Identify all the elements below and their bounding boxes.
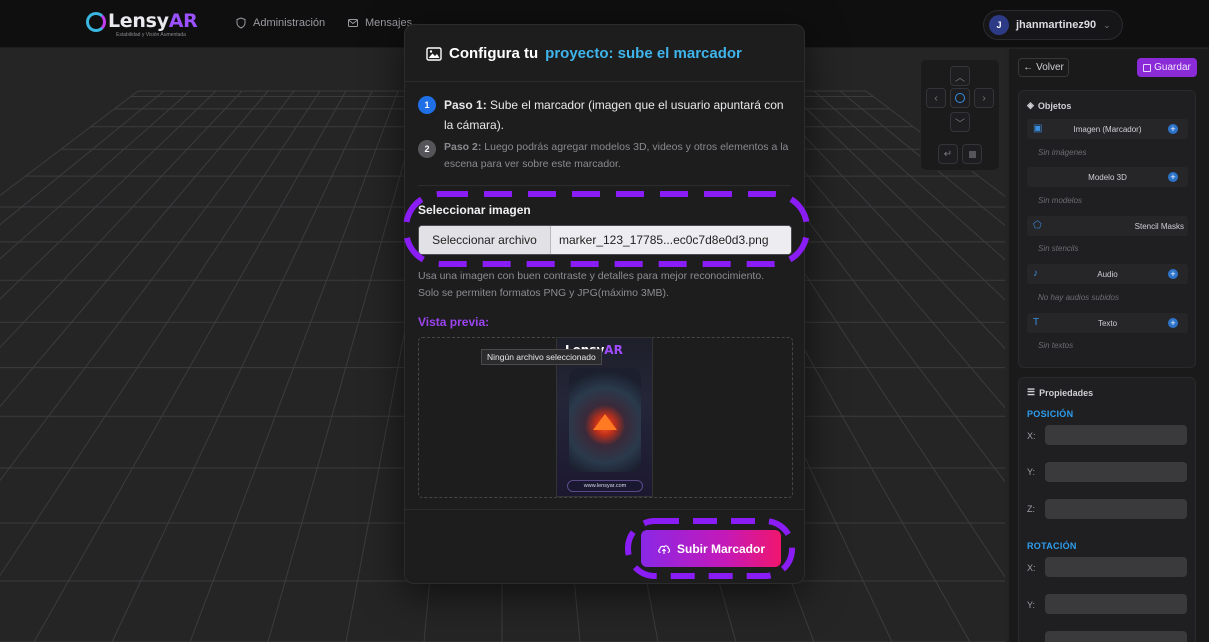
axis-label: Z: [1027, 504, 1035, 514]
username: jhanmartinez90 [1016, 19, 1097, 31]
axis-label: Y: [1027, 467, 1036, 477]
file-hint: Usa una imagen con buen contraste y deta… [418, 270, 765, 299]
modal-title: Configura tu proyecto: sube el marcador [426, 45, 742, 62]
step-number: 1 [418, 96, 436, 114]
panel-title: Propiedades [1039, 387, 1094, 398]
file-input[interactable]: Seleccionar archivo marker_123_17785...e… [418, 225, 792, 255]
divider [418, 185, 791, 186]
save-button[interactable]: Guardar [1137, 58, 1197, 77]
object-row-text[interactable]: T Texto + [1027, 313, 1188, 333]
axis-label: X: [1027, 563, 1036, 573]
step-number: 2 [418, 140, 436, 158]
rotation-section-title: ROTACIÓN [1027, 541, 1077, 551]
object-row-audio[interactable]: ♪ Audio + [1027, 264, 1188, 284]
logo-tagline: Estabilidad y Visión Aumentada [116, 32, 186, 38]
axis-label: X: [1027, 431, 1036, 441]
target-icon [955, 93, 965, 103]
select-image-label: Seleccionar imagen [418, 203, 531, 217]
nav-mensajes[interactable]: Mensajes [347, 17, 412, 29]
stop-button[interactable] [962, 144, 982, 164]
pentagon-icon: ⬠ [1033, 220, 1042, 231]
sliders-icon: ☰ [1027, 387, 1036, 397]
upload-marker-button[interactable]: Subir Marcador [641, 530, 781, 567]
empty-state: Sin imágenes [1038, 148, 1087, 157]
cloud-upload-icon [658, 544, 671, 554]
nav-left-button[interactable]: ‹ [926, 88, 946, 108]
add-model-button[interactable]: + [1168, 172, 1178, 182]
object-row-image[interactable]: ▣ Imagen (Marcador) + [1027, 119, 1188, 139]
nav-right-button[interactable]: › [974, 88, 994, 108]
undo-button[interactable]: ↵ [938, 144, 958, 164]
shield-icon [236, 17, 246, 29]
card-url: www.lensyar.com [567, 480, 643, 492]
object-row-stencil[interactable]: ⬠ Stencil Masks [1027, 216, 1188, 236]
add-image-button[interactable]: + [1168, 124, 1178, 134]
file-tooltip: Ningún archivo seleccionado [481, 349, 602, 365]
rotation-z-input[interactable] [1045, 631, 1187, 642]
arrow-left-icon: ← [1023, 62, 1034, 73]
empty-state: Sin stencils [1038, 244, 1079, 253]
logo-mark-icon [86, 12, 106, 32]
empty-state: No hay audios subidos [1038, 293, 1119, 302]
divider [405, 509, 804, 510]
upload-marker-modal: Configura tu proyecto: sube el marcador … [404, 24, 805, 584]
position-y-input[interactable] [1045, 462, 1187, 482]
object-row-model[interactable]: Modelo 3D + [1027, 167, 1188, 187]
camera-nav-pad: ︿ ‹ › ﹀ ↵ [920, 59, 1000, 171]
nav-up-button[interactable]: ︿ [950, 66, 970, 86]
image-icon [426, 46, 442, 61]
layers-icon: ◈ [1027, 100, 1034, 110]
lensyar-logo[interactable]: LensyAR Estabilidad y Visión Aumentada [86, 10, 198, 38]
nav-down-button[interactable]: ﹀ [950, 112, 970, 132]
choose-file-button[interactable]: Seleccionar archivo [419, 226, 551, 254]
save-icon [1143, 63, 1152, 72]
back-button[interactable]: ← Volver [1018, 58, 1069, 77]
user-menu[interactable]: J jhanmartinez90 ⌄ [983, 10, 1123, 40]
rotation-x-input[interactable] [1045, 557, 1187, 577]
rotation-y-input[interactable] [1045, 594, 1187, 614]
position-x-input[interactable] [1045, 425, 1187, 445]
add-text-button[interactable]: + [1168, 318, 1178, 328]
position-z-input[interactable] [1045, 499, 1187, 519]
preview-label: Vista previa: [418, 315, 490, 329]
axis-label: Y: [1027, 600, 1036, 610]
add-audio-button[interactable]: + [1168, 269, 1178, 279]
nav-administracion[interactable]: Administración [235, 17, 325, 29]
position-section-title: POSICIÓN [1027, 409, 1074, 419]
selected-file-name: marker_123_17785...ec0c7d8e0d3.png [551, 226, 791, 254]
nav-center-button[interactable] [950, 88, 970, 108]
divider [405, 81, 804, 82]
nav-label: Administración [253, 17, 326, 29]
chevron-down-icon: ⌄ [1103, 19, 1111, 30]
panel-title: Objetos [1037, 100, 1072, 111]
avatar: J [989, 15, 1009, 35]
square-icon [968, 150, 976, 158]
mail-icon [348, 19, 358, 27]
empty-state: Sin modelos [1038, 196, 1083, 205]
empty-state: Sin textos [1038, 341, 1074, 350]
